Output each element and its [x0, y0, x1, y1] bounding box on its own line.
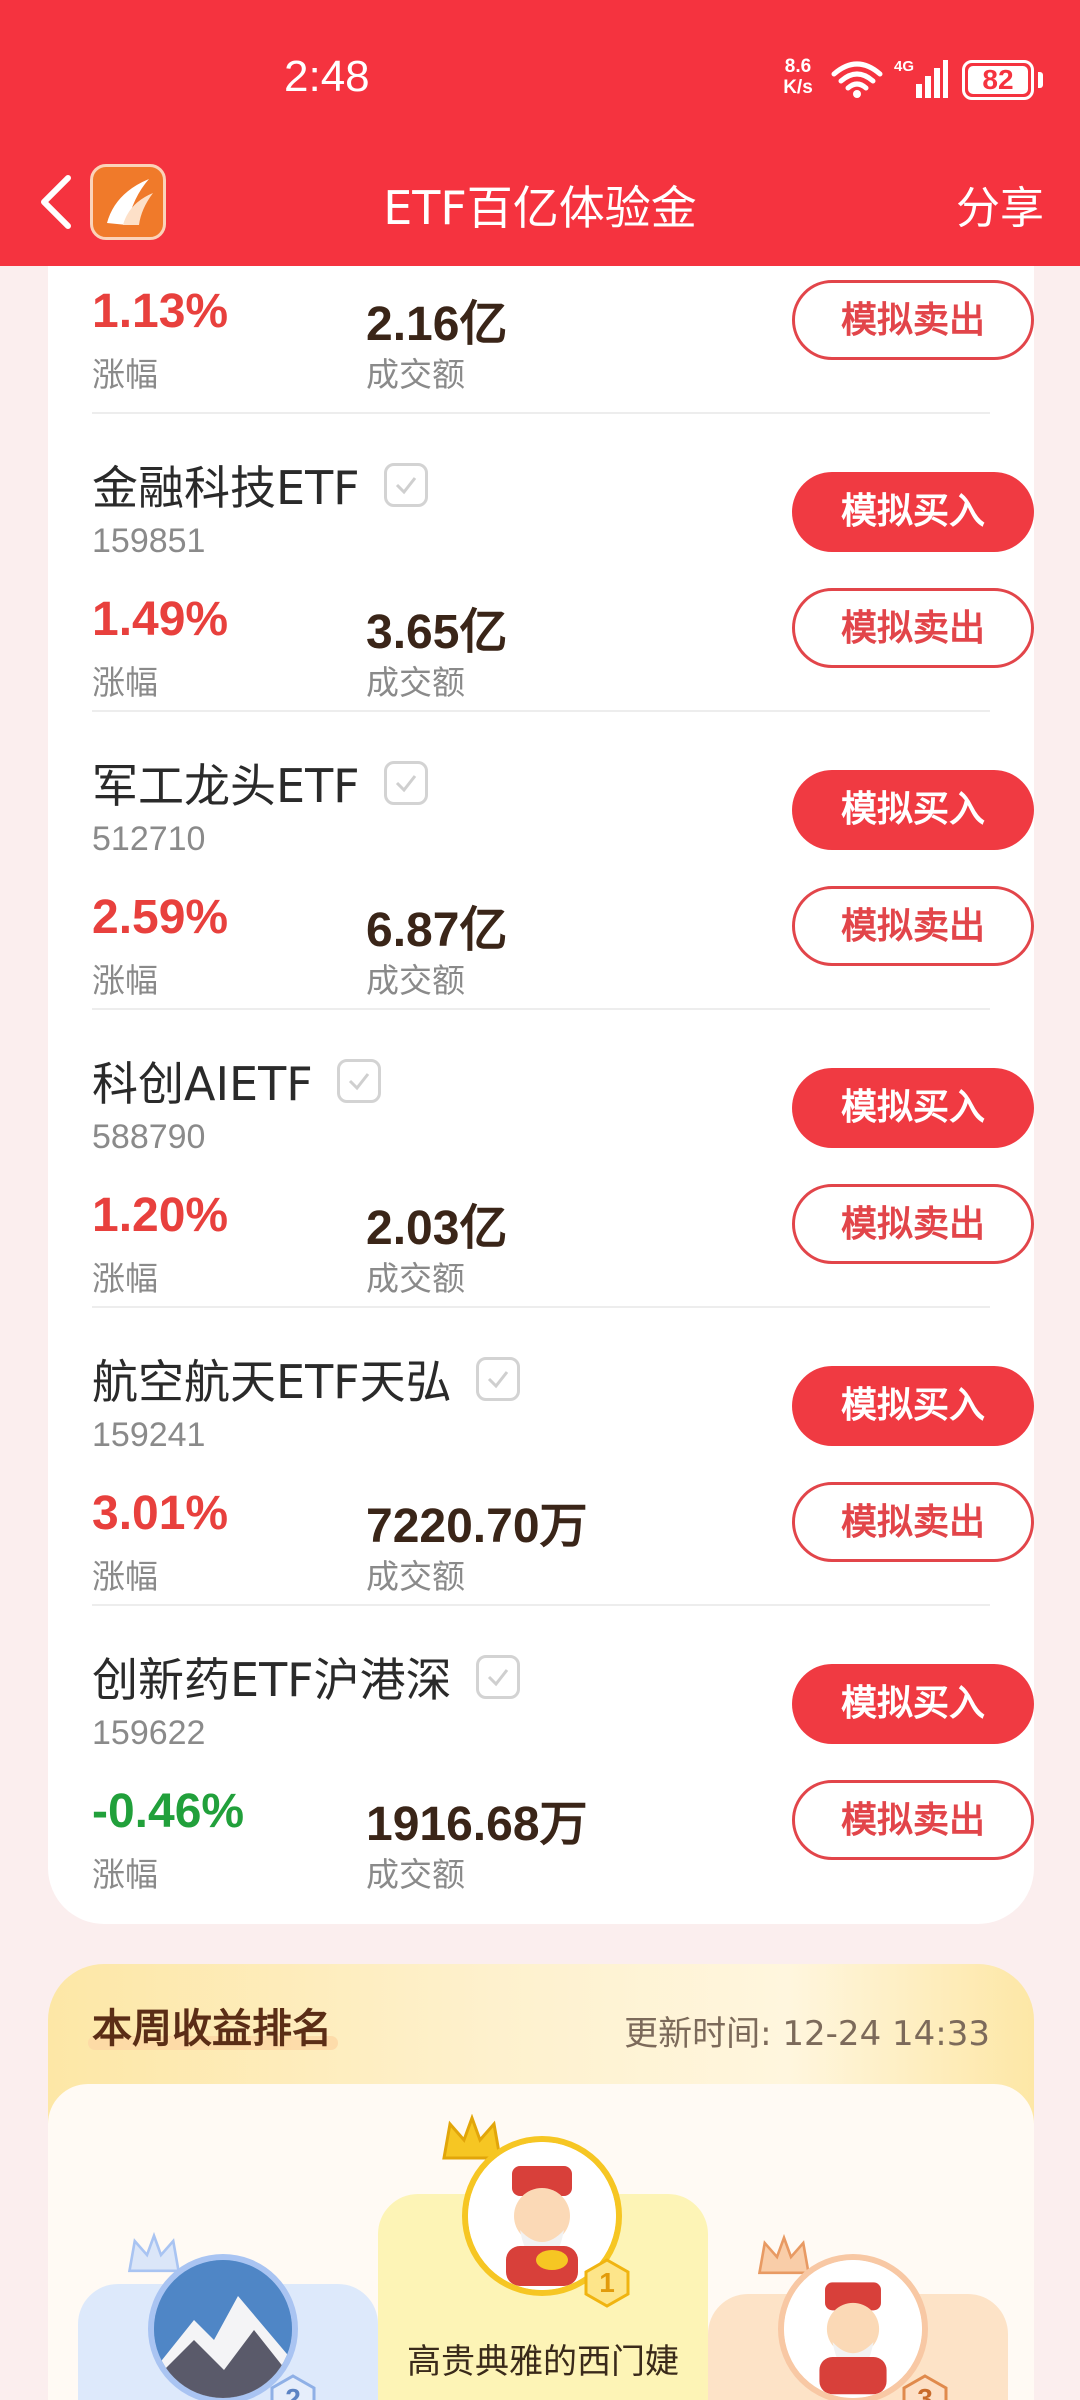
rank-badge-third: 3 — [900, 2374, 950, 2400]
etf-code: 512710 — [92, 820, 206, 858]
etf-name-row: 金融科技ETF — [92, 452, 428, 518]
volume-label: 成交额 — [366, 1855, 465, 1894]
change-percent: 2.59% — [92, 891, 229, 944]
etf-list-item: 金融科技ETF 159851 模拟买入 1.49% 涨幅 3.65亿 成交额 模… — [92, 412, 1034, 710]
etf-name-row: 航空航天ETF天弘 — [92, 1346, 520, 1412]
volume-label: 成交额 — [366, 355, 465, 394]
etf-name-row: 军工龙头ETF — [92, 750, 428, 816]
status-time: 2:48 — [284, 52, 370, 101]
etf-name: 科创AIETF — [92, 1057, 313, 1111]
etf-name: 金融科技ETF — [92, 461, 360, 515]
change-percent: -0.46% — [92, 1785, 245, 1838]
change-percent: 1.13% — [92, 285, 229, 338]
change-label: 涨幅 — [92, 1259, 158, 1298]
etf-list-item: 军工龙头ETF 512710 模拟买入 2.59% 涨幅 6.87亿 成交额 模… — [92, 710, 1034, 1008]
change-label: 涨幅 — [92, 1855, 158, 1894]
volume-label: 成交额 — [366, 961, 465, 1000]
rank-badge-number: 3 — [917, 2383, 933, 2400]
change-label: 涨幅 — [92, 663, 158, 702]
change-label: 涨幅 — [92, 355, 158, 394]
weekly-ranking-card: 本周收益排名 更新时间: 12-24 14:33 1 2 3 高贵典雅的西门婕 — [48, 1964, 1034, 2400]
etf-list-item: 航空航天ETF天弘 159241 模拟买入 3.01% 涨幅 7220.70万 … — [92, 1306, 1034, 1604]
simulate-buy-button[interactable]: 模拟买入 — [792, 770, 1034, 850]
etf-name-row: 创新药ETF沪港深 — [92, 1644, 520, 1710]
change-label: 涨幅 — [92, 1557, 158, 1596]
etf-code: 159851 — [92, 522, 206, 560]
etf-list-item: 创新药ETF沪港深 159622 模拟买入 -0.46% 涨幅 1916.68万… — [92, 1604, 1034, 1902]
etf-name: 航空航天ETF天弘 — [92, 1355, 452, 1409]
etf-name: 创新药ETF沪港深 — [92, 1653, 452, 1707]
volume-value: 2.16亿 — [366, 298, 508, 351]
change-percent: 1.49% — [92, 593, 229, 646]
ranking-update-time: 更新时间: 12-24 14:33 — [624, 2014, 990, 2054]
network-speed: 8.6 K/s — [776, 56, 820, 98]
volume-label: 成交额 — [366, 1259, 465, 1298]
simulate-buy-button[interactable]: 模拟买入 — [792, 1664, 1034, 1744]
volume-value: 3.65亿 — [366, 606, 508, 659]
simulate-buy-button[interactable]: 模拟买入 — [792, 1068, 1034, 1148]
rank-badge-first: 1 — [582, 2258, 632, 2308]
checkbox-icon[interactable] — [475, 1357, 520, 1401]
simulate-buy-button[interactable]: 模拟买入 — [792, 472, 1034, 552]
battery-tip — [1038, 72, 1043, 88]
network-speed-unit: K/s — [783, 77, 813, 98]
simulate-sell-button[interactable]: 模拟卖出 — [792, 588, 1034, 668]
checkbox-icon[interactable] — [336, 1059, 381, 1103]
checkbox-icon[interactable] — [475, 1655, 520, 1699]
etf-name: 军工龙头ETF — [92, 759, 360, 813]
simulate-sell-button[interactable]: 模拟卖出 — [792, 1184, 1034, 1264]
page-title: ETF百亿体验金 — [383, 181, 697, 235]
change-percent: 1.20% — [92, 1189, 229, 1242]
etf-list-card: 1.13% 涨幅 2.16亿 成交额 模拟卖出 金融科技ETF 159851 模… — [48, 230, 1034, 1924]
volume-value: 1916.68万 — [366, 1798, 588, 1851]
simulate-buy-button[interactable]: 模拟买入 — [792, 1366, 1034, 1446]
share-button[interactable]: 分享 — [956, 172, 1044, 236]
rank-badge-second: 2 — [268, 2374, 318, 2400]
wifi-icon — [831, 61, 883, 98]
volume-label: 成交额 — [366, 663, 465, 702]
etf-code: 159622 — [92, 1714, 206, 1752]
checkbox-icon[interactable] — [383, 463, 428, 507]
network-speed-value: 8.6 — [784, 56, 812, 77]
change-label: 涨幅 — [92, 961, 158, 1000]
rank-badge-number: 1 — [599, 2267, 615, 2298]
etf-list-item: 科创AIETF 588790 模拟买入 1.20% 涨幅 2.03亿 成交额 模… — [92, 1008, 1034, 1306]
simulate-sell-button[interactable]: 模拟卖出 — [792, 1482, 1034, 1562]
battery-icon: 82 — [962, 60, 1034, 100]
volume-value: 6.87亿 — [366, 904, 508, 957]
battery-level: 82 — [968, 66, 1028, 94]
volume-label: 成交额 — [366, 1557, 465, 1596]
etf-name-row: 科创AIETF — [92, 1048, 381, 1114]
status-bar: 2:48 8.6 K/s 4G 82 — [0, 0, 1080, 150]
change-percent: 3.01% — [92, 1487, 229, 1540]
first-place-name: 高贵典雅的西门婕 — [407, 2342, 679, 2382]
simulate-sell-button[interactable]: 模拟卖出 — [792, 886, 1034, 966]
volume-value: 7220.70万 — [366, 1500, 588, 1553]
top-bar: 2:48 8.6 K/s 4G 82 ETF百亿体验金 分享 — [0, 0, 1080, 266]
simulate-sell-button[interactable]: 模拟卖出 — [792, 1780, 1034, 1860]
checkbox-icon[interactable] — [383, 761, 428, 805]
volume-value: 2.03亿 — [366, 1202, 508, 1255]
simulate-sell-button[interactable]: 模拟卖出 — [792, 280, 1034, 360]
ranking-title: 本周收益排名 — [92, 2006, 332, 2052]
rank-badge-number: 2 — [285, 2383, 301, 2400]
etf-code: 159241 — [92, 1416, 206, 1454]
cell-signal-icon — [916, 60, 948, 98]
etf-code: 588790 — [92, 1118, 206, 1156]
